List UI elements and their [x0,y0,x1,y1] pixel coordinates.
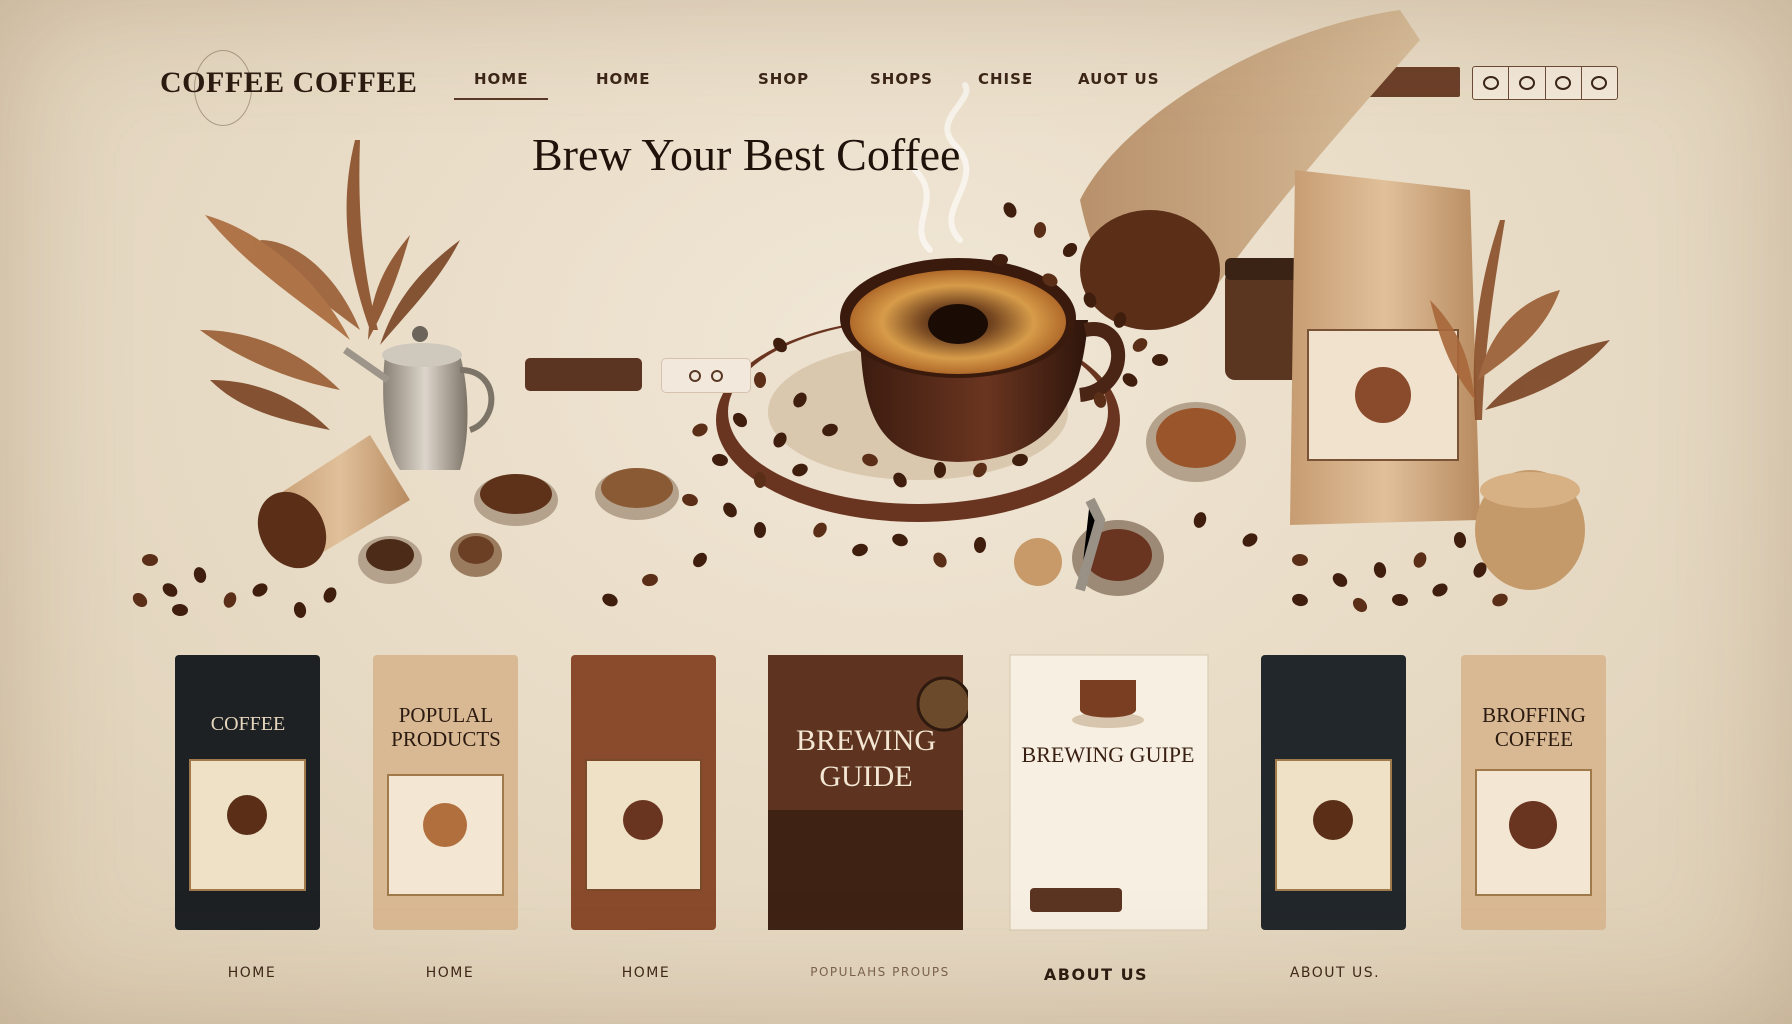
coffee-bean [1292,593,1308,607]
coffee-bean [602,593,618,607]
coffee-bean [1003,202,1017,218]
product-caption-3[interactable]: HOME [566,965,726,981]
product-caption-5[interactable]: ABOUT US [1016,965,1176,984]
woven-basket [1475,470,1585,590]
product-card-5[interactable]: BREWING GUIPE [1008,650,1213,935]
product-card-4-label-line1: BREWING [796,724,936,757]
coffee-bean [223,592,237,608]
coffee-bean [1492,593,1508,607]
product-card-5-label: BREWING GUIPE [1022,742,1195,767]
product-card-2-label-line1: POPULAL [399,703,494,727]
coffee-bean [1453,532,1467,548]
arrow-icon [711,369,723,382]
product-card-4-label-line2: GUIDE [819,760,912,793]
product-caption-2[interactable]: HOME [370,965,530,981]
product-card-7-label-line1: BROFFING [1482,703,1586,727]
product-card-2-label-line2: PRODUCTS [391,727,501,751]
coffee-bean [142,554,158,566]
coffee-bean [193,567,207,583]
coffee-bean [1292,553,1308,567]
coffee-bean [892,533,908,547]
play-icon [689,369,701,382]
coffee-bean [172,603,188,617]
product-card-6[interactable] [1256,650,1416,935]
coffee-bean [1413,552,1427,568]
product-card-3[interactable] [566,650,726,935]
coffee-bean [1033,222,1047,238]
coffee-bean [682,493,698,507]
coffee-bean [813,522,827,538]
coffee-bean [753,522,767,538]
product-card-1-label: COFFEE [211,713,285,735]
coffee-bean [723,502,737,518]
hero-illustration [132,10,1610,618]
coffee-bean [1122,373,1138,387]
product-card-4[interactable]: BREWING GUIDE [768,650,968,935]
coffee-cup-hero [716,258,1126,522]
product-caption-4[interactable]: POPULAHS PROUPS [780,965,980,979]
product-caption-6[interactable]: ABOUT US. [1255,965,1415,981]
coffee-bean [712,453,728,467]
coffee-bean [293,602,307,618]
coffee-bean [1332,573,1348,587]
coffee-bean [1352,597,1368,613]
coffee-bean [1193,512,1207,528]
coffee-bean [692,423,708,437]
coffee-bean [642,573,658,587]
hero-title: Brew Your Best Coffee [532,129,961,180]
small-dishes [1014,497,1164,596]
coffee-bean [132,593,148,607]
coffee-bean [693,552,707,568]
coffee-bean [1242,533,1258,547]
coffee-bean [933,552,947,568]
coffee-bean [252,583,268,597]
ground-coffee-bowl [1146,402,1246,482]
coffee-bean [323,587,337,603]
coffee-bean [1392,593,1408,607]
coffee-bean [162,583,178,597]
coffee-bean [1062,242,1078,258]
product-caption-1[interactable]: HOME [172,965,332,981]
ingredient-bowls [358,468,679,584]
hero-primary-button[interactable] [525,358,642,391]
product-card-2[interactable]: POPULAL PRODUCTS [368,650,528,935]
coffee-bean [852,543,868,557]
coffee-bean [1132,338,1148,352]
coffee-bean [1152,353,1168,367]
coffee-bean [973,537,987,553]
hero-secondary-button[interactable] [661,358,751,393]
product-card-1[interactable]: COFFEE [170,650,330,935]
product-card-7[interactable]: BROFFING COFFEE [1456,650,1616,935]
product-card-7-label-line2: COFFEE [1495,727,1573,751]
coffee-bean [1432,583,1448,597]
coffee-bean [1373,562,1387,578]
